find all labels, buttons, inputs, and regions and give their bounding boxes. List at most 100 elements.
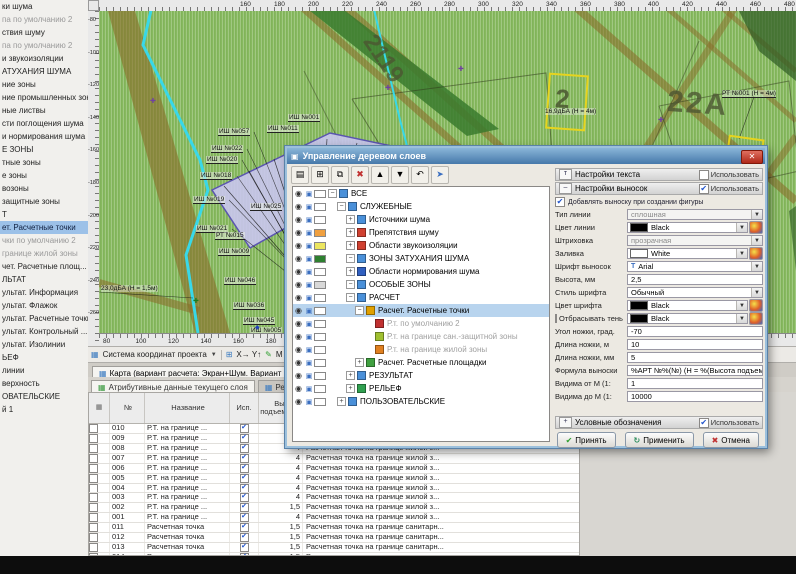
visibility-eye-icon[interactable]: ◉	[293, 293, 304, 302]
sidebar-layer-item[interactable]: ствия шуму	[0, 26, 88, 39]
sidebar-layer-item[interactable]: ультат. Расчетные точки	[0, 312, 88, 325]
row-select-checkbox[interactable]	[89, 464, 98, 473]
use-checkbox[interactable]: ✔	[240, 484, 249, 493]
row-select-checkbox[interactable]	[89, 523, 98, 532]
sidebar-layer-item[interactable]: ки шума	[0, 0, 88, 13]
expander-icon[interactable]: +	[346, 384, 355, 393]
table-row[interactable]: 013Расчетная точка✔1,5Расчетная точка на…	[89, 543, 579, 553]
apply-button[interactable]: ↻Применить	[625, 432, 694, 448]
sidebar-layer-item[interactable]: ультат. Контрольный ...	[0, 325, 88, 338]
add-group-button[interactable]: ⊞	[311, 166, 329, 184]
chevron-down-icon[interactable]: ▼	[751, 288, 762, 297]
layer-color-swatch[interactable]	[314, 398, 326, 406]
chevron-down-icon[interactable]: ▼	[751, 210, 762, 219]
use-checkbox[interactable]: ✔	[240, 543, 249, 552]
grid-icon[interactable]: ⊞	[226, 350, 233, 359]
cancel-button[interactable]: ✖Отмена	[703, 432, 759, 448]
expander-icon[interactable]: −	[328, 189, 337, 198]
sidebar-layer-item[interactable]: е зоны	[0, 169, 88, 182]
expander-icon[interactable]: +	[337, 397, 346, 406]
use-checkbox[interactable]: ✔	[240, 523, 249, 532]
table-row[interactable]: 005Р.Т. на границе ...✔4Расчетная точка …	[89, 474, 579, 484]
expander-icon[interactable]: +	[346, 371, 355, 380]
dialog-tree-row[interactable]: ◉▣−ЗОНЫ ЗАТУХАНИЯ ШУМА	[293, 252, 549, 265]
sidebar-layer-item[interactable]: ультат. Изолинии	[0, 338, 88, 351]
sidebar-layer-item[interactable]: верхность	[0, 377, 88, 390]
undo-button[interactable]: ↶	[411, 166, 429, 184]
sidebar-layer-item[interactable]: па по умолчанию 2	[0, 39, 88, 52]
table-row[interactable]: 002Р.Т. на границе ...✔1,5Расчетная точк…	[89, 503, 579, 513]
accept-button[interactable]: ✔Принять	[557, 432, 616, 448]
layer-color-swatch[interactable]	[314, 242, 326, 250]
field-control[interactable]: сплошная▼	[627, 209, 763, 220]
visibility-eye-icon[interactable]: ◉	[293, 306, 304, 315]
sidebar-layer-item[interactable]: границе жилой зоны	[0, 247, 88, 260]
column-header[interactable]: ▦	[89, 393, 110, 423]
use-checkbox[interactable]: ✔	[240, 454, 249, 463]
dialog-title-bar[interactable]: ▣ Управление деревом слоев	[287, 148, 765, 164]
table-row[interactable]: 011Расчетная точка✔1,5Расчетная точка на…	[89, 523, 579, 533]
table-row[interactable]: 004Р.Т. на границе ...✔4Расчетная точка …	[89, 484, 579, 494]
row-select-checkbox[interactable]	[89, 503, 98, 512]
visibility-eye-icon[interactable]: ◉	[293, 241, 304, 250]
sidebar-layer-item[interactable]: й 1	[0, 403, 88, 416]
chevron-down-icon[interactable]: ▼	[736, 249, 747, 258]
use-checkbox[interactable]	[699, 170, 709, 180]
chevron-down-icon[interactable]: ▼	[736, 223, 747, 232]
visibility-eye-icon[interactable]: ◉	[293, 202, 304, 211]
field-control[interactable]: Black▼	[627, 313, 748, 324]
chevron-down-icon[interactable]: ▼	[736, 301, 747, 310]
use-checkbox[interactable]: ✔	[240, 434, 249, 443]
sidebar-layer-item[interactable]: ние промышленных зон	[0, 91, 88, 104]
use-checkbox[interactable]: ✔	[240, 444, 249, 453]
layer-color-swatch[interactable]	[314, 216, 326, 224]
sidebar-layer-item[interactable]: чет. Расчетные площ...	[0, 260, 88, 273]
row-select-checkbox[interactable]	[89, 424, 98, 433]
color-picker-button[interactable]	[749, 299, 763, 312]
layer-settings-button[interactable]: ➤	[431, 166, 449, 184]
layer-color-swatch[interactable]	[314, 372, 326, 380]
table-row[interactable]: 006Р.Т. на границе ...✔4Расчетная точка …	[89, 464, 579, 474]
row-select-checkbox[interactable]	[89, 444, 98, 453]
legend-header[interactable]: +Условные обозначения✔Использовать	[555, 416, 763, 429]
chevron-down-icon[interactable]: ▼	[751, 236, 762, 245]
visibility-eye-icon[interactable]: ◉	[293, 189, 304, 198]
sidebar-layer-item[interactable]: ные листвы	[0, 104, 88, 117]
dialog-layer-tree[interactable]: ◉▣−ВСЕ◉▣−СЛУЖЕБНЫЕ◉▣+Источники шума◉▣+Пр…	[292, 186, 550, 442]
field-control[interactable]: White▼	[627, 248, 748, 259]
field-control[interactable]: 1	[627, 378, 763, 389]
table-row[interactable]: 001Р.Т. на границе ...✔4Расчетная точка …	[89, 513, 579, 523]
field-control[interactable]: Black▼	[627, 222, 748, 233]
table-row[interactable]: 003Р.Т. на границе ...✔4Расчетная точка …	[89, 493, 579, 503]
dialog-tree-row[interactable]: ◉▣Р.т. на границе сан.-защитной зоны	[293, 330, 549, 343]
dialog-tree-row[interactable]: ◉▣+Области звукоизоляции	[293, 239, 549, 252]
use-checkbox[interactable]: ✔	[699, 418, 709, 428]
layer-color-swatch[interactable]	[314, 203, 326, 211]
table-row[interactable]: 007Р.Т. на границе ...✔4Расчетная точка …	[89, 454, 579, 464]
field-control[interactable]: -70	[627, 326, 763, 337]
expander-icon[interactable]: −	[346, 293, 355, 302]
dialog-tree-row[interactable]: ◉▣+Области нормирования шума	[293, 265, 549, 278]
expander-icon[interactable]: −	[346, 254, 355, 263]
sidebar-layer-item[interactable]: тные зоны	[0, 156, 88, 169]
add-layer-button[interactable]: ▤	[291, 166, 309, 184]
visibility-eye-icon[interactable]: ◉	[293, 384, 304, 393]
dialog-tree-row[interactable]: ◉▣−Расчет. Расчетные точки	[293, 304, 549, 317]
field-control[interactable]: ТArial▼	[627, 261, 763, 272]
dialog-tree-row[interactable]: ◉▣+Источники шума	[293, 213, 549, 226]
layer-color-swatch[interactable]	[314, 229, 326, 237]
expander-icon[interactable]: +	[346, 241, 355, 250]
expander-icon[interactable]: −	[346, 280, 355, 289]
chevron-down-icon[interactable]: ▼	[751, 262, 762, 271]
visibility-eye-icon[interactable]: ◉	[293, 254, 304, 263]
expander-icon[interactable]: +	[346, 215, 355, 224]
field-control[interactable]: 10	[627, 339, 763, 350]
field-control[interactable]: Обычный▼	[627, 287, 763, 298]
field-control[interactable]: Black▼	[627, 300, 748, 311]
visibility-eye-icon[interactable]: ◉	[293, 345, 304, 354]
sidebar-layer-item[interactable]: Е ЗОНЫ	[0, 143, 88, 156]
use-checkbox[interactable]: ✔	[240, 503, 249, 512]
add-callout-checkbox[interactable]: ✔	[555, 197, 565, 207]
layer-color-swatch[interactable]	[314, 255, 326, 263]
dialog-tree-row[interactable]: ◉▣−ВСЕ	[293, 187, 549, 200]
